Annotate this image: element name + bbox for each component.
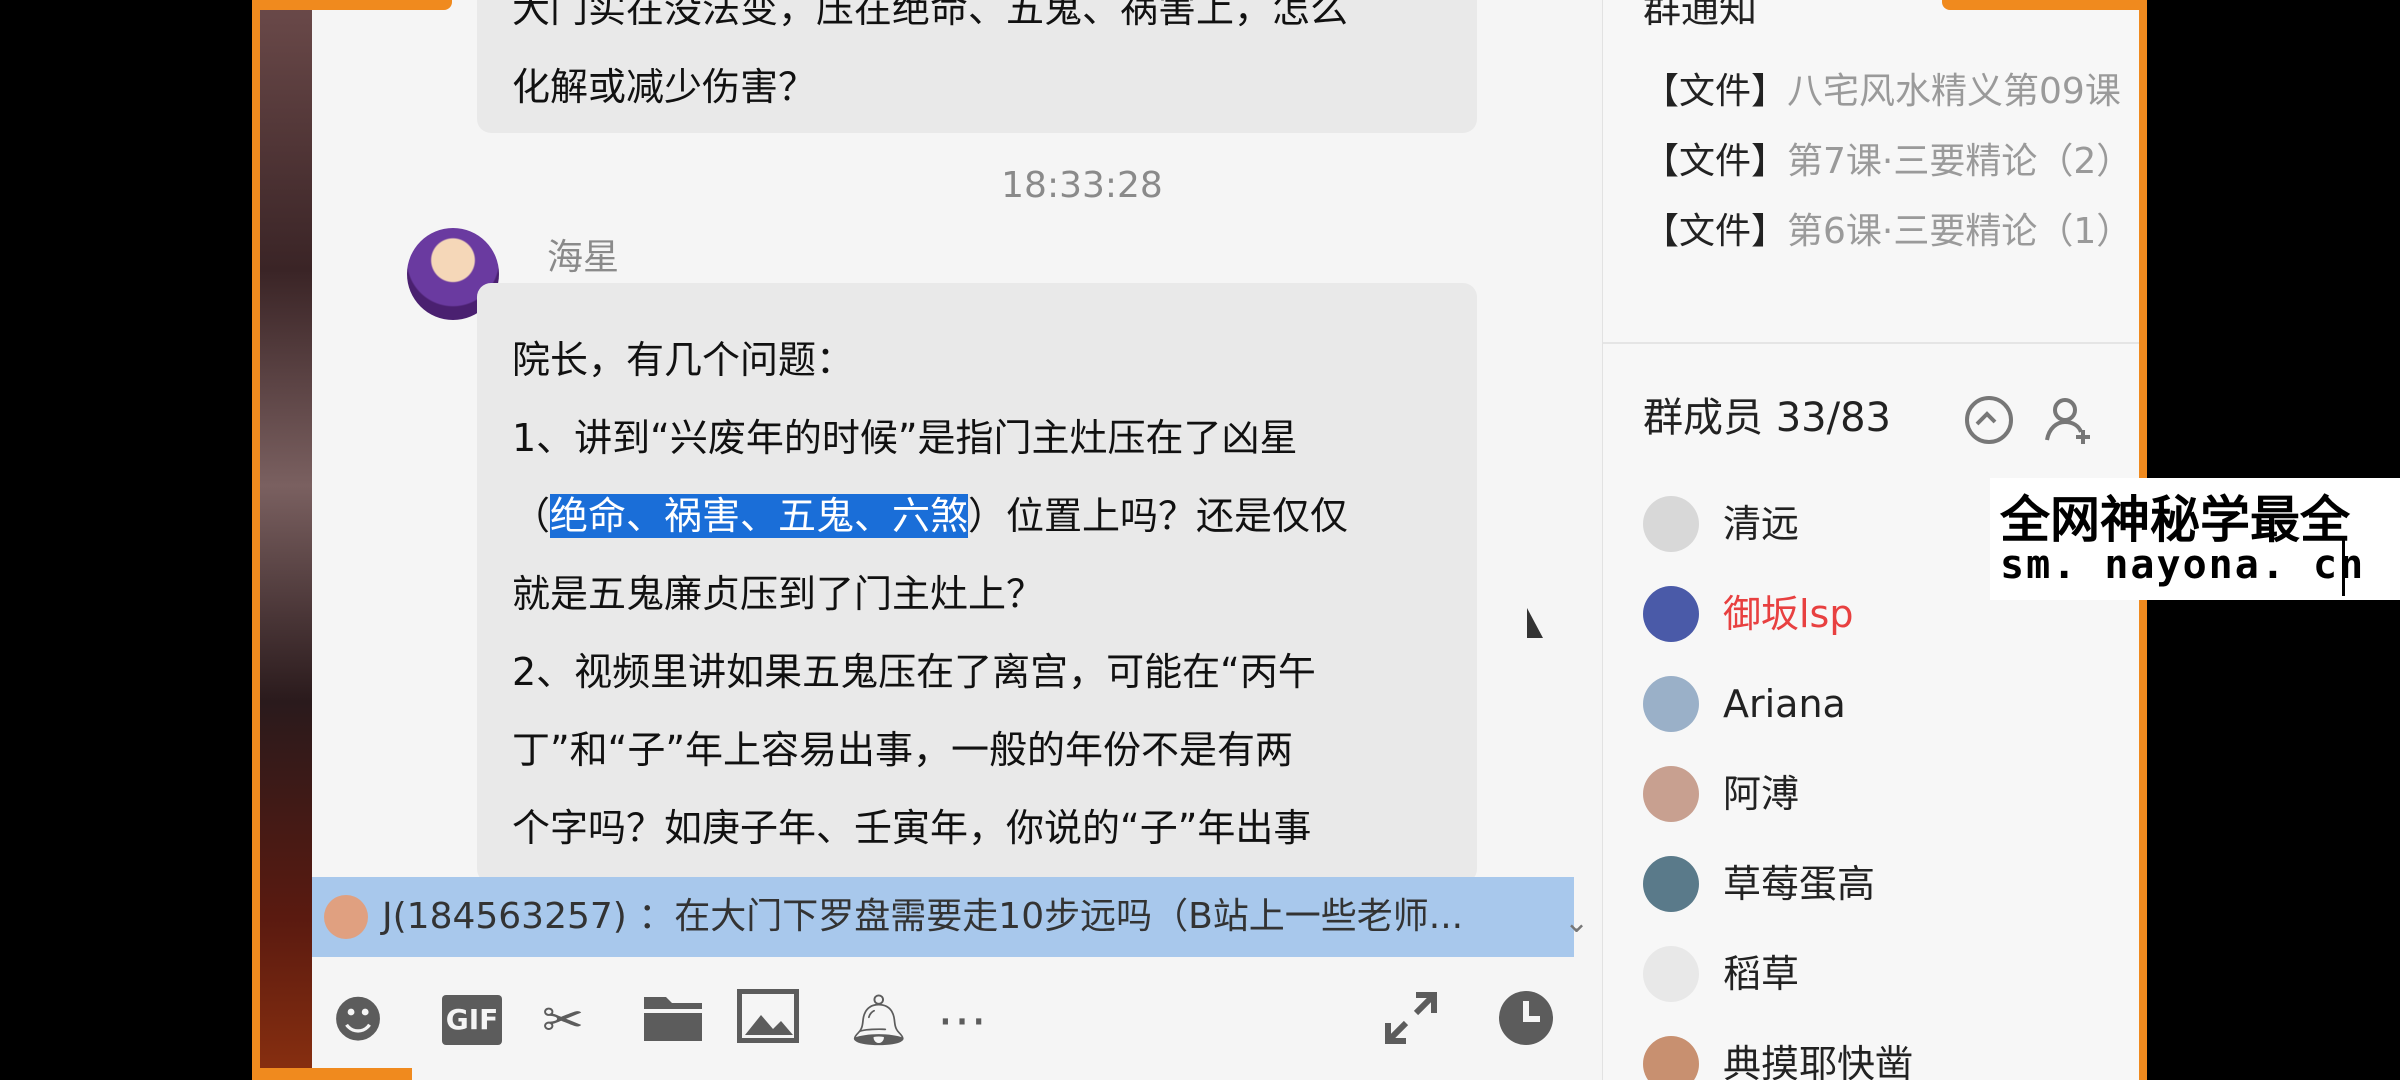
msg-line-7: 个字吗？如庚子年、壬寅年，你说的“子”年出事 bbox=[512, 806, 1312, 850]
chevron-down-icon[interactable]: ⌄ bbox=[1564, 905, 1589, 940]
announcement-bar[interactable]: J(184563257) ：在大门下罗盘需要走10步远吗（B站上一些老师... bbox=[312, 877, 1574, 957]
gif-icon[interactable]: GIF bbox=[442, 995, 502, 1045]
member-avatar bbox=[1643, 766, 1699, 822]
member-avatar bbox=[1643, 946, 1699, 1002]
selected-text[interactable]: 绝命、祸害、五鬼、六煞 bbox=[550, 494, 969, 538]
msg-line-3: （绝命、祸害、五鬼、六煞）位置上吗？还是仅仅 bbox=[512, 477, 1442, 555]
emoji-icon[interactable]: ☻ bbox=[332, 985, 384, 1055]
add-member-icon[interactable] bbox=[2043, 394, 2095, 456]
msg-line-2: 1、讲到“兴废年的时候”是指门主灶压在了凶星 bbox=[512, 416, 1298, 460]
member-name: 御坂lsp bbox=[1723, 592, 1854, 636]
message-timestamp: 18:33:28 bbox=[1001, 165, 1163, 206]
clock-icon[interactable] bbox=[1497, 989, 1555, 1065]
window-frame-top-left bbox=[252, 0, 452, 10]
text-caret bbox=[2342, 540, 2345, 596]
folder-icon[interactable] bbox=[642, 989, 704, 1061]
msg-line-4: 就是五鬼廉贞压到了门主灶上？ bbox=[512, 572, 1045, 616]
watermark-overlay: 全网神秘学最全 sm. nayona. cn bbox=[1990, 478, 2400, 600]
members-title: 群成员 33/83 bbox=[1643, 395, 1891, 441]
prev-line-2: 化解或减少伤害？ bbox=[512, 65, 817, 109]
sender-name[interactable]: 海星 bbox=[547, 228, 619, 280]
member-avatar bbox=[1643, 586, 1699, 642]
member-avatar bbox=[1643, 856, 1699, 912]
window-frame-bottom-left bbox=[252, 1068, 412, 1080]
window-frame-top-right bbox=[1942, 0, 2142, 10]
group-notice-title[interactable]: 群通知 bbox=[1643, 0, 1757, 33]
msg-line-1: 院长，有几个问题： bbox=[512, 338, 855, 382]
member-name: 阿溥 bbox=[1723, 772, 1800, 816]
msg-line-3-post: ）位置上吗？还是仅仅 bbox=[968, 494, 1349, 538]
msg-line-5: 2、视频里讲如果五鬼压在了离宫，可能在“丙午 bbox=[512, 650, 1316, 694]
member-name: 草莓蛋高 bbox=[1723, 862, 1876, 906]
prev-line-1: 大门实在没法变，压在绝命、五鬼、祸害上，怎么 bbox=[512, 0, 1349, 31]
member-avatar bbox=[1643, 1036, 1699, 1080]
announcement-text[interactable]: J(184563257) ：在大门下罗盘需要走10步远吗（B站上一些老师... bbox=[382, 877, 1463, 957]
input-toolbar: ☻ GIF ✂ 🔔︎ ⋯ bbox=[312, 985, 1602, 1080]
file-item[interactable]: 【文件】八宅风水精义第09课 bbox=[1643, 62, 2121, 114]
file-item[interactable]: 【文件】第6课·三要精论（1） bbox=[1643, 202, 2132, 254]
watermark-url: sm. nayona. cn bbox=[2000, 542, 2366, 588]
scissors-icon[interactable]: ✂ bbox=[542, 985, 584, 1055]
bell-icon[interactable]: 🔔︎ bbox=[847, 985, 910, 1055]
expand-icon[interactable] bbox=[1382, 989, 1440, 1065]
panel-divider bbox=[1603, 342, 2140, 344]
member-avatar bbox=[1643, 496, 1699, 552]
member-name: 典摸耶快凿 bbox=[1723, 1042, 1914, 1080]
member-name: 清远 bbox=[1723, 502, 1800, 546]
mouse-cursor-icon bbox=[1527, 608, 1543, 638]
msg-line-3-pre: （ bbox=[512, 494, 551, 538]
member-avatar bbox=[1643, 676, 1699, 732]
file-item[interactable]: 【文件】第7课·三要精论（2） bbox=[1643, 132, 2132, 184]
member-name: Ariana bbox=[1723, 682, 1846, 726]
image-icon[interactable] bbox=[736, 988, 800, 1061]
window-frame-left bbox=[252, 0, 260, 1080]
search-member-icon[interactable] bbox=[1963, 394, 2015, 456]
more-icon[interactable]: ⋯ bbox=[937, 985, 987, 1055]
qq-window: 大门实在没法变，压在绝命、五鬼、祸害上，怎么 化解或减少伤害？ 18:33:28… bbox=[252, 0, 2147, 1080]
announcer-avatar bbox=[324, 895, 368, 939]
previous-message-bubble: 大门实在没法变，压在绝命、五鬼、祸害上，怎么 化解或减少伤害？ bbox=[477, 0, 1477, 133]
wallpaper-strip bbox=[252, 0, 312, 1080]
msg-line-6: 丁”和“子”年上容易出事，一般的年份不是有两 bbox=[512, 728, 1294, 772]
member-name: 稻草 bbox=[1723, 952, 1800, 996]
message-bubble[interactable]: 院长，有几个问题： 1、讲到“兴废年的时候”是指门主灶压在了凶星 （绝命、祸害、… bbox=[477, 283, 1477, 883]
